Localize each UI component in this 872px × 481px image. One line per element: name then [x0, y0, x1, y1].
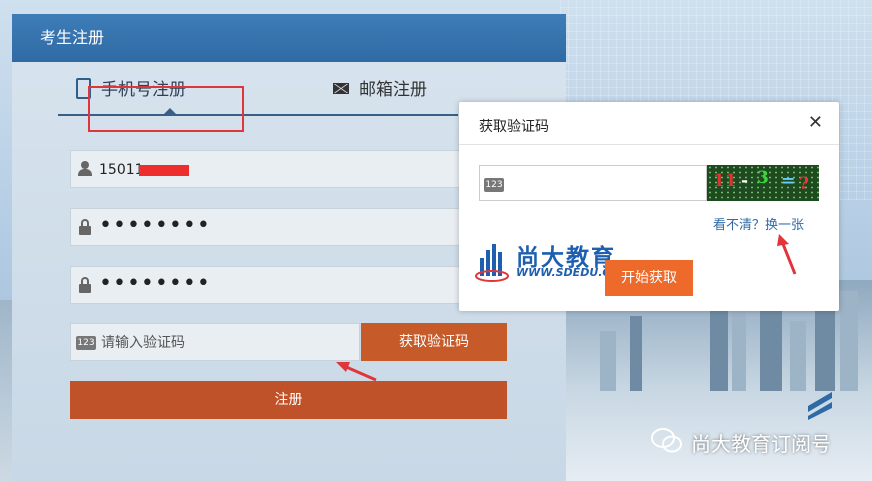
- number-badge-icon: 123: [76, 336, 96, 350]
- captcha-image[interactable]: 11 - 3 = ?: [707, 165, 819, 201]
- tab-email-label: 邮箱注册: [359, 80, 427, 100]
- annotation-arrow-left: [336, 362, 377, 382]
- captcha-dialog: 获取验证码 ✕ 123 11 - 3 = ? 看不清？换一张 尚大教育 WWW.…: [459, 102, 839, 311]
- lock-icon: [78, 219, 92, 235]
- lock-icon: [78, 277, 92, 293]
- close-icon[interactable]: ✕: [808, 114, 823, 132]
- dialog-divider: [459, 144, 839, 145]
- redaction-bar: [139, 165, 189, 176]
- password-mask: ••••••••: [99, 213, 211, 238]
- wechat-icon: [651, 428, 682, 453]
- confirm-password-field[interactable]: ••••••••: [70, 266, 460, 304]
- logo-url: WWW.SDEDU.CC: [516, 266, 619, 279]
- captcha-char: ?: [799, 174, 809, 194]
- confirm-password-mask: ••••••••: [99, 271, 211, 296]
- register-button[interactable]: 注册: [70, 381, 507, 419]
- get-code-button[interactable]: 获取验证码: [361, 323, 507, 361]
- phone-field[interactable]: 15011: [70, 150, 460, 188]
- code-placeholder: 请输入验证码: [101, 335, 185, 351]
- panel-title: 考生注册: [12, 14, 566, 62]
- captcha-char: =: [781, 171, 796, 191]
- sdedu-logo-icon: [475, 244, 509, 282]
- user-icon: [78, 161, 92, 177]
- tab-email-register[interactable]: 邮箱注册: [333, 68, 463, 112]
- captcha-char: -: [741, 171, 749, 191]
- highlight-box: [88, 86, 244, 132]
- mail-icon: [333, 82, 349, 94]
- start-fetch-button[interactable]: 开始获取: [605, 260, 693, 296]
- phone-value: 15011: [99, 162, 144, 178]
- background-left-skyline: [0, 300, 12, 481]
- dialog-title: 获取验证码: [479, 119, 549, 135]
- annotation-arrow-up: [777, 234, 797, 275]
- verification-code-input[interactable]: 123 请输入验证码: [70, 323, 360, 361]
- corner-logo-icon: [808, 392, 832, 420]
- watermark-text: 尚大教育订阅号: [691, 432, 831, 456]
- refresh-captcha-link[interactable]: 看不清？换一张: [713, 214, 804, 233]
- captcha-char: 3: [757, 168, 769, 188]
- password-field[interactable]: ••••••••: [70, 208, 460, 246]
- captcha-char: 11: [713, 171, 737, 191]
- number-badge-icon: 123: [484, 178, 504, 192]
- captcha-input[interactable]: 123: [479, 165, 707, 201]
